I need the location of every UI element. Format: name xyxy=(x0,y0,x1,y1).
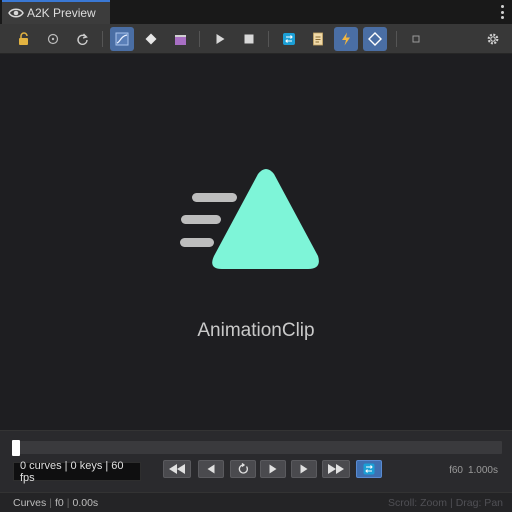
more-options-icon[interactable] xyxy=(500,5,504,19)
step-forward-icon xyxy=(300,464,308,474)
toolbar xyxy=(0,24,512,54)
status-mode: Curves xyxy=(13,497,47,509)
gear-icon xyxy=(487,33,499,45)
play-icon xyxy=(216,34,225,44)
status-frame: f0 xyxy=(55,497,64,509)
fast-forward-icon xyxy=(328,464,344,474)
lightning-icon xyxy=(342,32,350,46)
settings-button[interactable] xyxy=(481,27,505,51)
step-back-icon xyxy=(207,464,215,474)
previous-frame-button[interactable] xyxy=(198,460,224,478)
loop-playback-toggle[interactable] xyxy=(356,460,382,478)
status-bar: Curves | f0 | 0.00s Scroll: Zoom | Drag: Pan xyxy=(0,492,512,512)
status-time: 0.00s xyxy=(72,497,99,509)
small-square-icon xyxy=(412,35,420,43)
rotate-icon xyxy=(238,463,248,474)
target-icon xyxy=(47,33,59,45)
hint-drag: Drag: Pan xyxy=(455,497,503,509)
timeline-panel: 0 curves | 0 keys | 60 fps f60 1.000s xyxy=(0,430,512,492)
status-info: Curves | f0 | 0.00s xyxy=(13,497,99,509)
clip-name-label: AnimationClip xyxy=(197,320,315,341)
lock-button[interactable] xyxy=(12,27,36,51)
tab-a2k-preview[interactable]: A2K Preview xyxy=(2,0,110,24)
clapperboard-icon xyxy=(174,34,186,45)
go-to-end-button[interactable] xyxy=(322,460,350,478)
timeline-scrubber[interactable] xyxy=(12,441,502,454)
rewind-icon xyxy=(169,464,185,474)
target-button[interactable] xyxy=(41,27,65,51)
frame-time-readout: f60 1.000s xyxy=(449,465,498,476)
tab-bar: A2K Preview xyxy=(0,0,512,24)
playhead-handle[interactable] xyxy=(12,440,20,456)
clip-button[interactable] xyxy=(168,27,192,51)
next-frame-button[interactable] xyxy=(291,460,317,478)
curve-view-button[interactable] xyxy=(110,27,134,51)
eye-icon xyxy=(8,8,24,18)
loop-toggle-button[interactable] xyxy=(277,27,301,51)
toolbar-separator xyxy=(268,31,269,47)
clip-info-readout: 0 curves | 0 keys | 60 fps xyxy=(13,460,141,484)
status-hints: Scroll: Zoom | Drag: Pan xyxy=(388,497,503,509)
rotate-icon xyxy=(76,33,88,45)
end-time-label: 1.000s xyxy=(467,465,498,476)
reset-button[interactable] xyxy=(70,27,94,51)
document-icon xyxy=(313,32,323,46)
transport-play-button[interactable] xyxy=(260,460,286,478)
frame-button[interactable] xyxy=(404,27,428,51)
events-button[interactable] xyxy=(334,27,358,51)
keys-button[interactable] xyxy=(363,27,387,51)
loop-icon xyxy=(283,33,295,45)
diamond-icon xyxy=(145,33,157,45)
lock-icon xyxy=(19,32,28,45)
stop-button[interactable] xyxy=(237,27,261,51)
loop-icon xyxy=(363,463,375,475)
go-to-start-button[interactable] xyxy=(163,460,191,478)
stop-icon xyxy=(244,34,254,44)
animation-clip-icon xyxy=(180,169,319,269)
toolbar-separator xyxy=(102,31,103,47)
end-frame-label: f60 xyxy=(449,465,463,476)
toolbar-separator xyxy=(396,31,397,47)
keyframe-button[interactable] xyxy=(139,27,163,51)
curve-graph-icon xyxy=(115,32,129,46)
tab-title: A2K Preview xyxy=(27,6,96,20)
play-icon xyxy=(269,464,277,474)
play-button[interactable] xyxy=(208,27,232,51)
toolbar-separator xyxy=(199,31,200,47)
hint-scroll: Scroll: Zoom xyxy=(388,497,447,509)
restart-button[interactable] xyxy=(230,460,256,478)
diamond-outline-icon xyxy=(368,32,382,46)
notes-button[interactable] xyxy=(306,27,330,51)
